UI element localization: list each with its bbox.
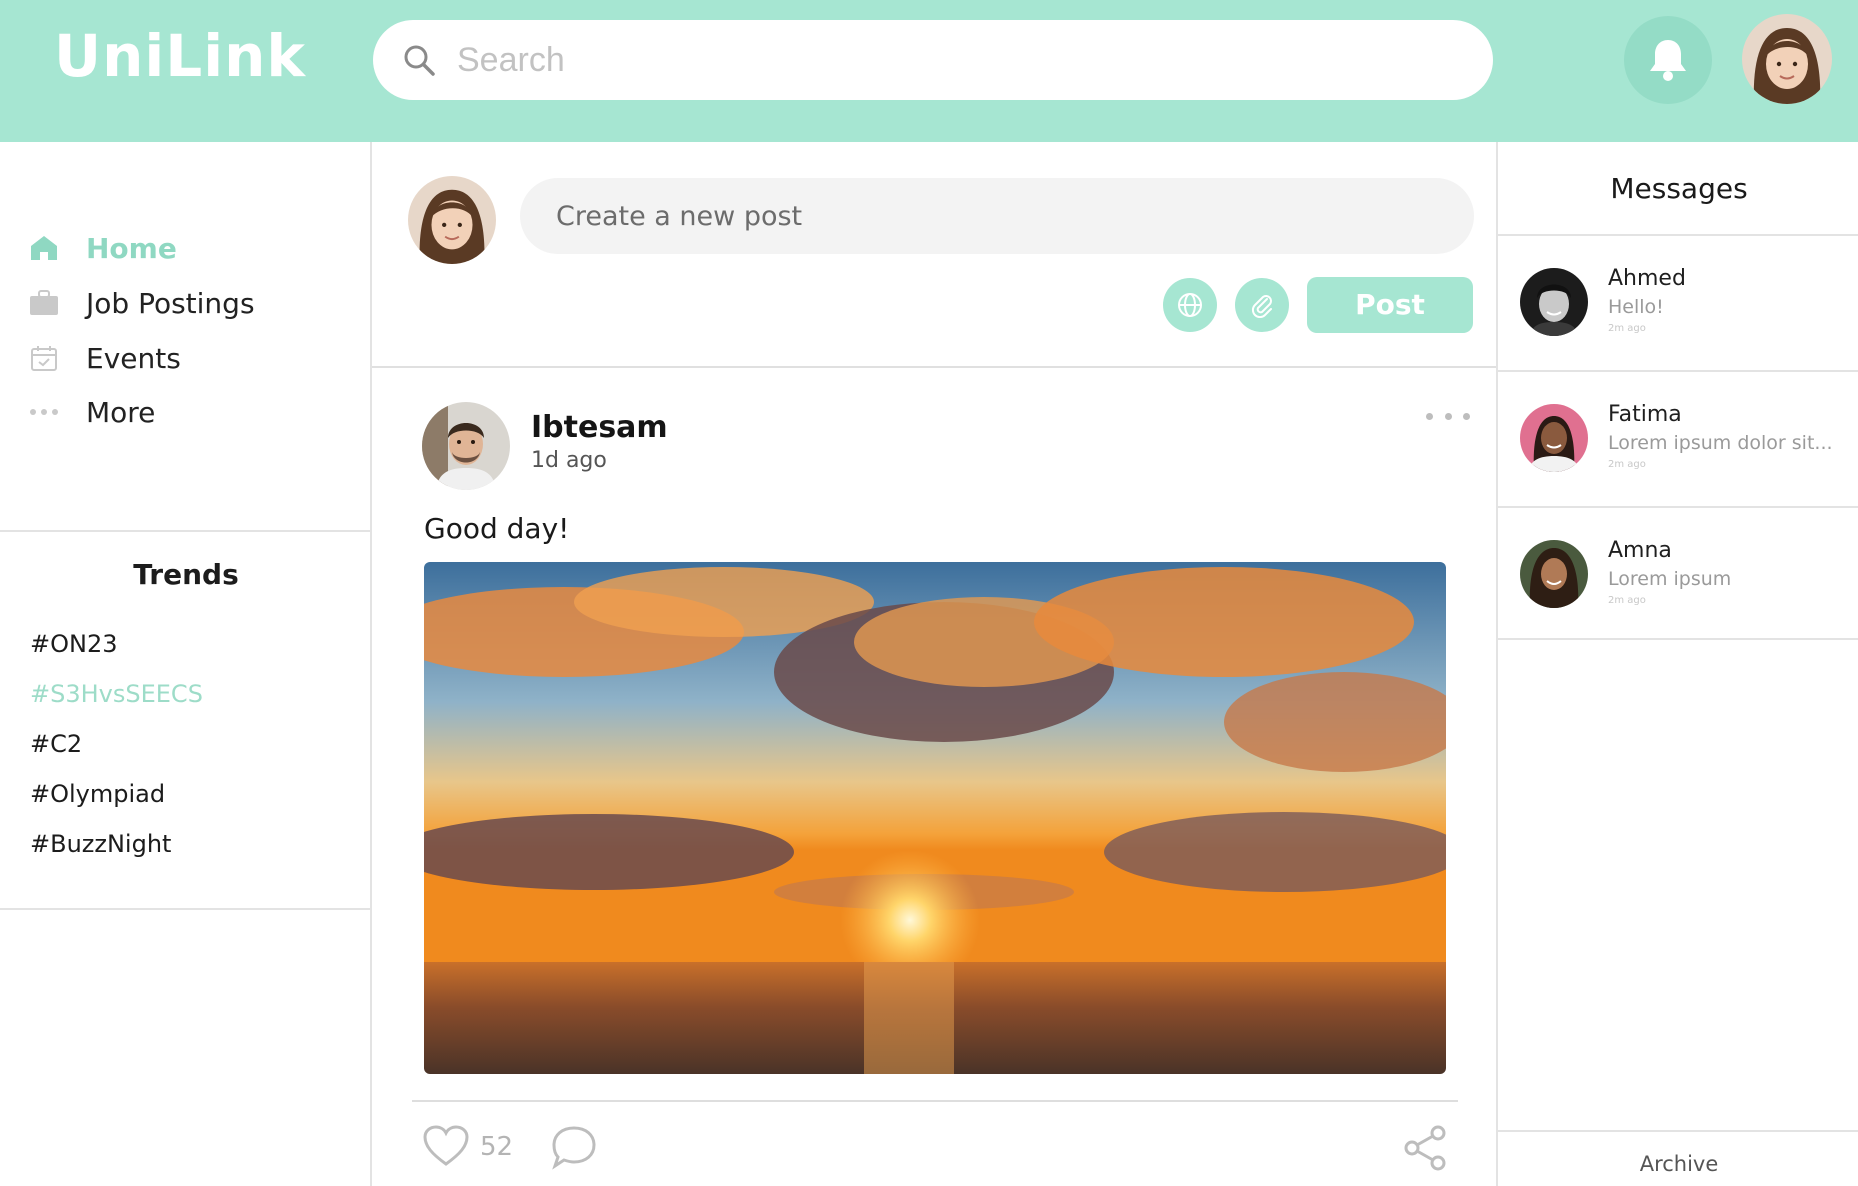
nav-label: Events	[86, 341, 181, 375]
divider	[1498, 638, 1858, 640]
post-body: Good day!	[424, 512, 570, 545]
search-icon	[404, 45, 435, 76]
like-button[interactable]	[422, 1124, 470, 1173]
dot	[1463, 412, 1470, 420]
divider	[412, 1100, 1458, 1102]
nav-item-home[interactable]: Home	[28, 228, 177, 268]
post-options-button[interactable]	[1426, 404, 1470, 428]
message-preview: Lorem ipsum	[1608, 568, 1732, 590]
heart-icon	[423, 1125, 469, 1166]
home-icon	[28, 232, 60, 264]
avatar	[1520, 540, 1588, 608]
avatar	[1520, 268, 1588, 336]
nav-label: Home	[86, 231, 177, 265]
new-post-input[interactable]	[520, 178, 1474, 254]
comment-icon	[552, 1126, 596, 1170]
post-author-avatar[interactable]	[422, 402, 510, 490]
more-dots-icon	[28, 396, 60, 428]
attach-button[interactable]	[1235, 278, 1289, 332]
globe-icon	[1178, 293, 1202, 317]
avatar	[1520, 404, 1588, 472]
like-count: 52	[480, 1132, 514, 1162]
divider	[1498, 1130, 1858, 1132]
post-image-sunset[interactable]	[424, 562, 1446, 1074]
dot	[1444, 412, 1452, 420]
post-author-name[interactable]: Ibtesam	[531, 410, 668, 445]
trend-item[interactable]: #Olympiad	[30, 780, 165, 808]
nav-item-more[interactable]: More	[28, 392, 155, 432]
message-sender: Ahmed	[1608, 266, 1686, 291]
nav-label: More	[86, 395, 156, 429]
nav-item-events[interactable]: Events	[28, 338, 181, 378]
post-timestamp: 1d ago	[531, 448, 607, 473]
comment-button[interactable]	[550, 1124, 598, 1175]
messages-title: Messages	[1610, 172, 1748, 205]
nav-item-job-postings[interactable]: Job Postings	[28, 283, 255, 323]
message-item-amna[interactable]: Amna Lorem ipsum 2m ago	[1498, 508, 1858, 642]
messages-panel: Messages Ahmed Hello! 2m ago Fatima Lore…	[1496, 142, 1858, 1186]
archive-link[interactable]: Archive	[1498, 1152, 1858, 1176]
message-time: 2m ago	[1608, 595, 1646, 606]
message-item-ahmed[interactable]: Ahmed Hello! 2m ago	[1498, 236, 1858, 370]
notifications-button[interactable]	[1624, 16, 1712, 104]
message-sender: Fatima	[1608, 402, 1682, 427]
visibility-button[interactable]	[1163, 278, 1217, 332]
message-preview: Lorem ipsum dolor sit...	[1608, 432, 1833, 454]
left-sidebar: Home Job Postings Events More Trends #ON…	[0, 142, 372, 1186]
trend-item[interactable]: #ON23	[30, 630, 118, 658]
paperclip-icon	[1251, 295, 1272, 318]
message-time: 2m ago	[1608, 323, 1646, 334]
app-logo[interactable]: UniLink	[54, 22, 306, 90]
post-button[interactable]: Post	[1307, 277, 1473, 333]
dot	[1426, 412, 1433, 420]
nav-label: Job Postings	[86, 286, 255, 320]
message-preview: Hello!	[1608, 296, 1664, 318]
trend-item[interactable]: #S3HvsSEECS	[30, 680, 203, 708]
share-icon	[1404, 1125, 1446, 1171]
message-item-fatima[interactable]: Fatima Lorem ipsum dolor sit... 2m ago	[1498, 372, 1858, 506]
user-avatar[interactable]	[1742, 14, 1832, 104]
message-sender: Amna	[1608, 538, 1672, 563]
briefcase-icon	[28, 287, 60, 319]
bell-icon	[1650, 40, 1686, 81]
composer-avatar	[408, 176, 496, 264]
divider	[372, 366, 1496, 368]
trend-item[interactable]: #BuzzNight	[30, 830, 171, 858]
message-time: 2m ago	[1608, 459, 1646, 470]
top-header: UniLink	[0, 0, 1858, 142]
search-bar[interactable]	[373, 20, 1493, 100]
trends-title: Trends	[133, 558, 239, 591]
feed: Post Ibtesam 1d ago Good day!	[372, 142, 1496, 1186]
divider	[0, 908, 372, 910]
trend-item[interactable]: #C2	[30, 730, 82, 758]
share-button[interactable]	[1402, 1124, 1448, 1177]
search-input[interactable]	[457, 34, 1457, 86]
divider	[0, 530, 372, 532]
calendar-icon	[28, 342, 60, 374]
